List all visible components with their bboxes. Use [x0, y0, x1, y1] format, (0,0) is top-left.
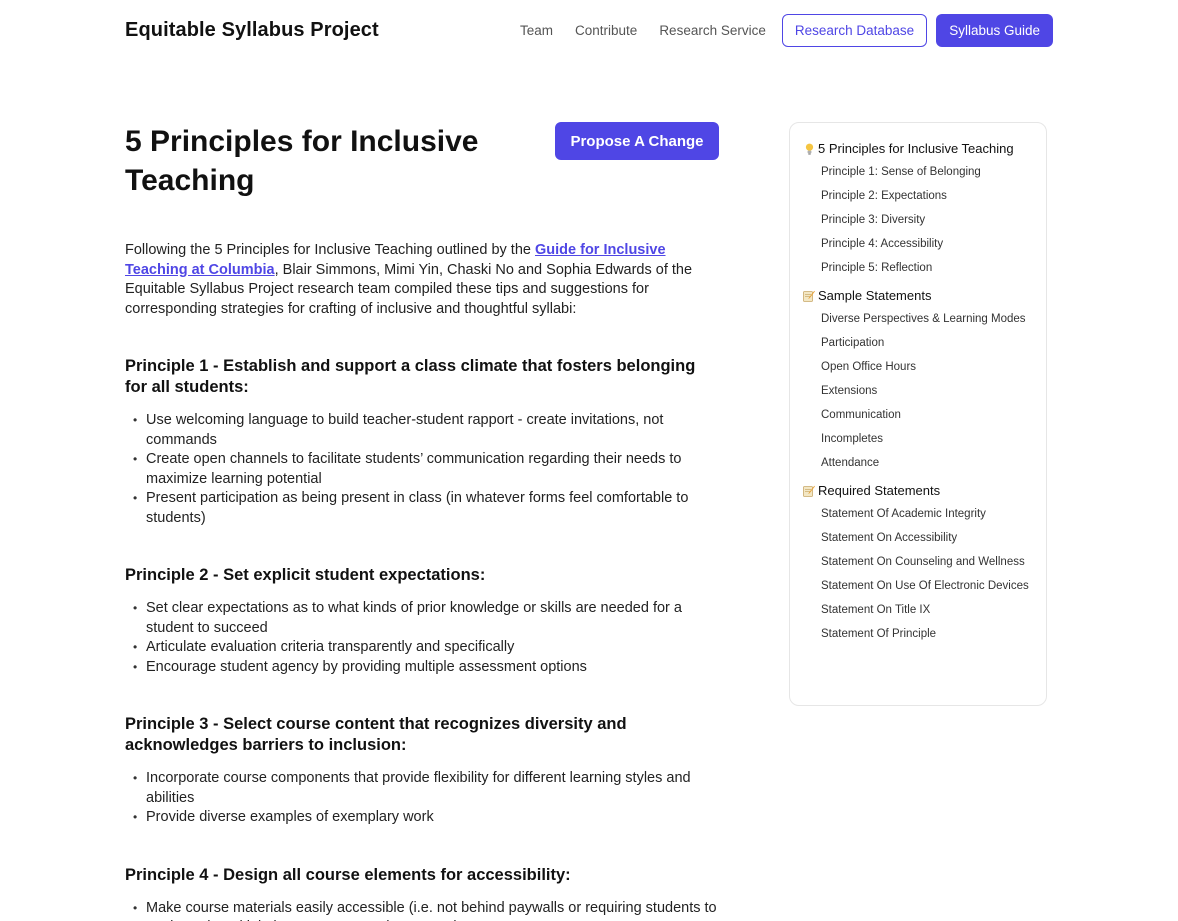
toc-heading-label: Required Statements — [818, 483, 941, 498]
principle-3-heading: Principle 3 - Select course content that… — [125, 715, 627, 754]
principle-4-section: Principle 4 - Design all course elements… — [125, 865, 720, 921]
toc-item-extensions[interactable]: Extensions — [821, 384, 1034, 399]
list-item: Set clear expectations as to what kinds … — [133, 599, 720, 638]
syllabus-guide-button[interactable]: Syllabus Guide — [936, 14, 1053, 47]
memo-icon — [802, 290, 816, 302]
list-item: Incorporate course components that provi… — [133, 769, 720, 808]
toc-item-attendance[interactable]: Attendance — [821, 456, 1034, 471]
principle-2-heading: Principle 2 - Set explicit student expec… — [125, 566, 486, 584]
toc-item-electronic-devices[interactable]: Statement On Use Of Electronic Devices — [821, 579, 1034, 594]
lightbulb-icon — [802, 143, 816, 155]
toc-item-principle-statement[interactable]: Statement Of Principle — [821, 627, 1034, 642]
toc-group-required-statements: Required Statements Statement Of Academi… — [802, 483, 1034, 642]
toc-item-diverse-perspectives[interactable]: Diverse Perspectives & Learning Modes — [821, 312, 1034, 327]
toc-item-counseling-wellness[interactable]: Statement On Counseling and Wellness — [821, 555, 1034, 570]
toc-heading-required-statements[interactable]: Required Statements — [802, 483, 1034, 498]
toc-item-principle-2[interactable]: Principle 2: Expectations — [821, 189, 1034, 204]
toc-heading-label: 5 Principles for Inclusive Teaching — [818, 141, 1014, 156]
list-item: Provide diverse examples of exemplary wo… — [133, 808, 720, 828]
table-of-contents-sidebar: 5 Principles for Inclusive Teaching Prin… — [789, 122, 1047, 706]
page-title: 5 Principles for Inclusive Teaching — [125, 125, 479, 197]
principle-4-heading: Principle 4 - Design all course elements… — [125, 865, 571, 884]
toc-heading-principles[interactable]: 5 Principles for Inclusive Teaching — [802, 141, 1034, 156]
list-item: Articulate evaluation criteria transpare… — [133, 638, 720, 658]
toc-heading-label: Sample Statements — [818, 288, 932, 303]
toc-group-sample-statements: Sample Statements Diverse Perspectives &… — [802, 288, 1034, 471]
main-nav: Team Contribute Research Service Researc… — [498, 14, 1053, 47]
principle-1-section: Principle 1 - Establish and support a cl… — [125, 356, 720, 528]
toc-item-academic-integrity[interactable]: Statement Of Academic Integrity — [821, 507, 1034, 522]
list-item: Present participation as being present i… — [133, 489, 720, 528]
list-item: Create open channels to facilitate stude… — [133, 450, 720, 489]
nav-team[interactable]: Team — [520, 23, 553, 38]
toc-list-required-statements: Statement Of Academic Integrity Statemen… — [802, 507, 1034, 642]
toc-item-office-hours[interactable]: Open Office Hours — [821, 360, 1034, 375]
toc-list-sample-statements: Diverse Perspectives & Learning Modes Pa… — [802, 312, 1034, 471]
main-content: 5 Principles for Inclusive Teaching Prop… — [125, 122, 720, 921]
intro-text-before: Following the 5 Principles for Inclusive… — [125, 242, 535, 258]
principle-2-list: Set clear expectations as to what kinds … — [125, 599, 720, 677]
research-database-button[interactable]: Research Database — [781, 14, 928, 47]
toc-item-principle-5[interactable]: Principle 5: Reflection — [821, 261, 1034, 276]
principle-1-heading: Principle 1 - Establish and support a cl… — [125, 357, 696, 396]
nav-contribute[interactable]: Contribute — [575, 23, 637, 38]
list-item: Make course materials easily accessible … — [133, 899, 720, 921]
principle-3-list: Incorporate course components that provi… — [125, 769, 720, 828]
principle-4-list: Make course materials easily accessible … — [125, 899, 720, 921]
nav-research-service[interactable]: Research Service — [659, 23, 766, 38]
principle-1-list: Use welcoming language to build teacher-… — [125, 411, 720, 528]
list-item: Use welcoming language to build teacher-… — [133, 411, 720, 450]
list-item: Encourage student agency by providing mu… — [133, 658, 720, 678]
propose-change-button[interactable]: Propose A Change — [555, 122, 719, 160]
toc-group-principles: 5 Principles for Inclusive Teaching Prin… — [802, 141, 1034, 276]
toc-item-principle-1[interactable]: Principle 1: Sense of Belonging — [821, 165, 1034, 180]
toc-item-title-ix[interactable]: Statement On Title IX — [821, 603, 1034, 618]
site-brand[interactable]: Equitable Syllabus Project — [125, 19, 379, 42]
memo-icon — [802, 485, 816, 497]
toc-heading-sample-statements[interactable]: Sample Statements — [802, 288, 1034, 303]
intro-paragraph: Following the 5 Principles for Inclusive… — [125, 241, 720, 319]
toc-item-principle-4[interactable]: Principle 4: Accessibility — [821, 237, 1034, 252]
toc-item-participation[interactable]: Participation — [821, 336, 1034, 351]
principle-2-section: Principle 2 - Set explicit student expec… — [125, 565, 720, 677]
toc-item-principle-3[interactable]: Principle 3: Diversity — [821, 213, 1034, 228]
toc-item-incompletes[interactable]: Incompletes — [821, 432, 1034, 447]
site-header: Equitable Syllabus Project Team Contribu… — [0, 0, 1178, 62]
toc-item-communication[interactable]: Communication — [821, 408, 1034, 423]
toc-item-accessibility[interactable]: Statement On Accessibility — [821, 531, 1034, 546]
principle-3-section: Principle 3 - Select course content that… — [125, 714, 720, 828]
toc-list-principles: Principle 1: Sense of Belonging Principl… — [802, 165, 1034, 276]
